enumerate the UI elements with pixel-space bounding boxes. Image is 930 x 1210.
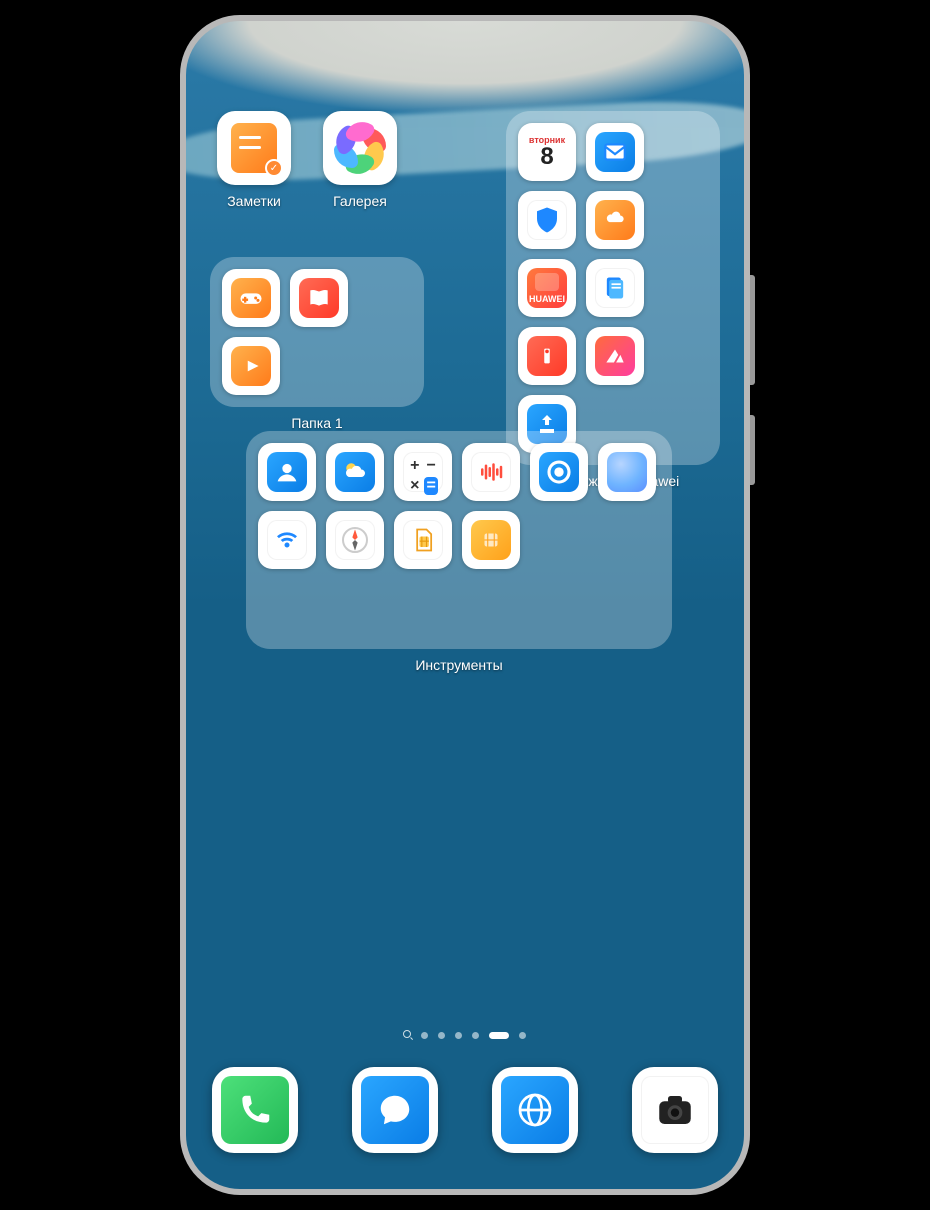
documents-icon[interactable] — [586, 259, 644, 317]
contacts-icon[interactable] — [258, 443, 316, 501]
phone-frame: ✓ Заметки — [180, 15, 750, 1195]
mail-icon[interactable] — [586, 123, 644, 181]
folder-tools-wrap: + − × = — [246, 411, 672, 673]
app-notes-label: Заметки — [227, 193, 281, 209]
video-icon[interactable] — [222, 337, 280, 395]
page-indicator[interactable] — [186, 1032, 744, 1039]
gamepad-icon[interactable] — [222, 269, 280, 327]
shield-icon[interactable] — [518, 191, 576, 249]
recorder-icon[interactable] — [462, 443, 520, 501]
sim1-icon[interactable] — [394, 511, 452, 569]
gallery-icon — [323, 111, 397, 185]
folder-tools-label: Инструменты — [415, 657, 502, 673]
page-dot-active[interactable] — [489, 1032, 509, 1039]
volume-button[interactable] — [750, 275, 755, 385]
sim2-icon[interactable] — [462, 511, 520, 569]
petal-icon[interactable] — [586, 327, 644, 385]
compass-icon[interactable] — [326, 511, 384, 569]
phone-icon[interactable] — [212, 1067, 298, 1153]
search-page-dot[interactable] — [404, 1032, 411, 1039]
dock — [212, 1067, 718, 1153]
page-dot[interactable] — [519, 1032, 526, 1039]
find-device-icon[interactable] — [530, 443, 588, 501]
app-notes[interactable]: ✓ Заметки — [210, 111, 298, 209]
page-dot[interactable] — [421, 1032, 428, 1039]
cloud-folder-icon[interactable] — [586, 191, 644, 249]
weather-icon[interactable] — [326, 443, 384, 501]
messages-icon[interactable] — [352, 1067, 438, 1153]
calculator-icon[interactable]: + − × = — [394, 443, 452, 501]
app-gallery-label: Галерея — [333, 193, 387, 209]
book-icon[interactable] — [290, 269, 348, 327]
lens-icon[interactable] — [598, 443, 656, 501]
folder-tools[interactable]: + − × = — [246, 431, 672, 649]
notes-icon: ✓ — [217, 111, 291, 185]
page-dot[interactable] — [455, 1032, 462, 1039]
tips-icon[interactable] — [518, 327, 576, 385]
page-dot[interactable] — [438, 1032, 445, 1039]
huawei-store-icon[interactable]: HUAWEI — [518, 259, 576, 317]
home-screen[interactable]: ✓ Заметки — [186, 21, 744, 1189]
folder-small-wrap: Папка 1 — [210, 257, 424, 431]
app-gallery[interactable]: Галерея — [316, 111, 404, 209]
page-dot[interactable] — [472, 1032, 479, 1039]
calendar-icon[interactable]: вторник 8 — [518, 123, 576, 181]
camera-icon[interactable] — [632, 1067, 718, 1153]
power-button[interactable] — [750, 415, 755, 485]
remote-icon[interactable] — [258, 511, 316, 569]
browser-icon[interactable] — [492, 1067, 578, 1153]
folder-small[interactable] — [210, 257, 424, 407]
